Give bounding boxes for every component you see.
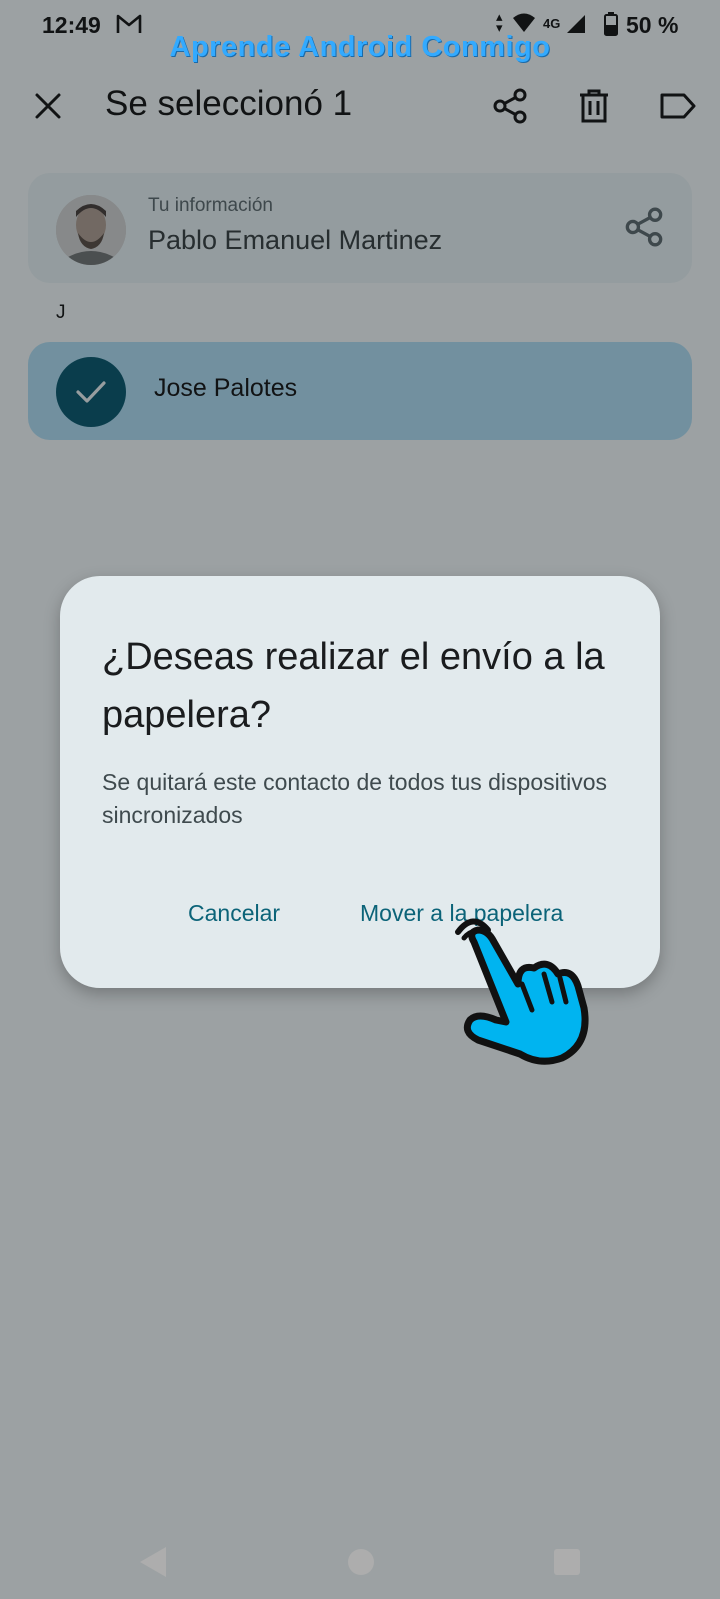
dialog-message: Se quitará este contacto de todos tus di… <box>102 769 608 828</box>
dialog-title: ¿Deseas realizar el envío a la papelera? <box>102 636 605 736</box>
pointing-hand-icon <box>455 918 589 1065</box>
cancel-button[interactable]: Cancelar <box>182 896 286 931</box>
channel-watermark: Aprende Android Conmigo <box>169 31 551 63</box>
contacts-app: 12:49 ▴ ▾ 4G 50 % Se seleccionó 1 Tu inf… <box>0 0 720 1599</box>
